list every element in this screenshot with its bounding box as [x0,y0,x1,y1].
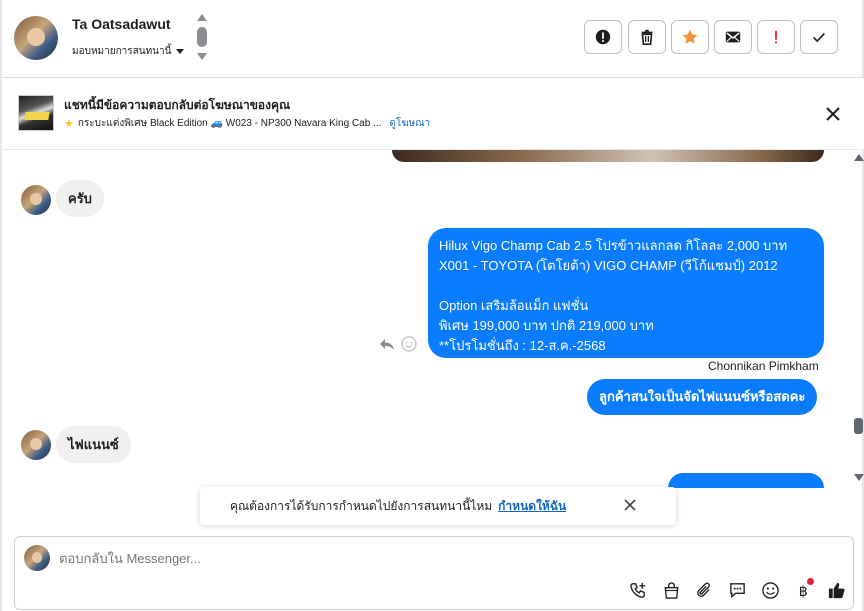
message-bubble-outgoing[interactable]: ลูกค้าสนใจเป็นจัดไฟแนนซ์หรือสดคะ [587,379,818,415]
scroll-up-icon[interactable] [854,154,864,161]
message-bubble-outgoing[interactable]: Hilux Vigo Champ Cab 2.5 โปรข้าวแลกลด กิ… [428,228,824,358]
message-bubble-outgoing-partial[interactable] [668,473,824,488]
message-bubble-incoming[interactable]: ไฟแนนซ์ [56,426,131,463]
shopping-bag-icon[interactable] [662,581,681,600]
header-scroll-control[interactable] [196,14,208,62]
mark-spam-button[interactable] [584,20,622,54]
scroll-down-icon[interactable] [854,474,864,481]
emoji-icon[interactable] [761,581,780,600]
star-emoji-icon: ★ [64,118,74,130]
reply-icon[interactable] [379,336,395,352]
scroll-up-icon[interactable] [197,14,207,21]
composer-toolbar: ฿ [629,581,846,600]
page-avatar [24,545,50,571]
ad-banner-title: แชทนี้มีข้อความตอบกลับต่อโฆษณาของคุณ [64,98,291,112]
exclamation-icon [775,30,777,44]
star-button[interactable] [671,20,709,54]
assign-prompt: คุณต้องการได้รับการกำหนดไปยังการสนทนานี้… [200,487,676,525]
notification-dot [807,578,814,585]
assign-label: มอบหมายการสนทนานี้ [72,46,172,57]
thumbs-up-icon[interactable] [827,581,846,600]
react-smiley-icon[interactable] [401,336,417,352]
paperclip-icon[interactable] [695,581,714,600]
contact-avatar[interactable] [14,16,58,60]
contact-name[interactable]: Ta Oatsadawut [72,16,171,32]
envelope-icon [725,31,741,43]
follow-up-button[interactable] [757,20,795,54]
reply-input[interactable] [59,551,759,566]
delete-button[interactable] [628,20,666,54]
mark-unread-button[interactable] [714,20,752,54]
assign-prompt-text: คุณต้องการได้รับการกำหนดไปยังการสนทนานี้… [230,498,493,513]
star-icon [682,29,698,44]
assign-dropdown[interactable]: มอบหมายการสนทนานี้ [72,44,185,59]
contact-avatar-small [21,430,51,460]
assign-to-me-link[interactable]: กำหนดให้ฉัน [498,497,566,516]
scroll-thumb[interactable] [854,418,863,434]
scroll-down-icon[interactable] [197,53,207,60]
message-bubble-incoming[interactable]: ครับ [56,180,104,217]
message-scrollbar[interactable] [852,150,864,484]
message-actions [379,336,417,352]
sender-name: Chonnikan Pimkham [708,359,819,373]
svg-text:฿: ฿ [799,584,808,600]
scroll-thumb[interactable] [197,27,207,47]
trash-icon [641,29,653,46]
saved-replies-icon[interactable] [728,581,747,600]
ad-reply-banner: แชทนี้มีข้อความตอบกลับต่อโฆษณาของคุณ ★ ก… [2,78,864,150]
caret-down-icon [176,49,185,54]
alert-circle-icon [595,29,611,45]
ad-name: กระบะแต่งพิเศษ Black Edition 🚙 W023 - NP… [77,118,382,129]
shared-photo[interactable] [392,150,824,162]
message-list[interactable]: ครับ Hilux Vigo Champ Cab 2.5 โปรข้าวแลก… [2,150,864,488]
message-composer: ฿ [14,536,854,610]
checkmark-icon [813,32,825,43]
messenger-thread-window: Ta Oatsadawut มอบหมายการสนทนานี้ แชทนี้ม… [0,0,864,611]
mark-done-button[interactable] [800,20,838,54]
view-ad-link[interactable]: ดูโฆษณา [389,116,430,131]
close-icon[interactable] [824,105,842,123]
thread-header: Ta Oatsadawut มอบหมายการสนทนานี้ [2,0,864,78]
ad-thumbnail[interactable] [18,95,54,131]
contact-avatar-small [21,185,51,215]
ad-banner-subtitle: ★ กระบะแต่งพิเศษ Black Edition 🚙 W023 - … [64,116,430,131]
call-add-icon[interactable] [629,581,648,600]
close-icon[interactable] [623,498,637,512]
